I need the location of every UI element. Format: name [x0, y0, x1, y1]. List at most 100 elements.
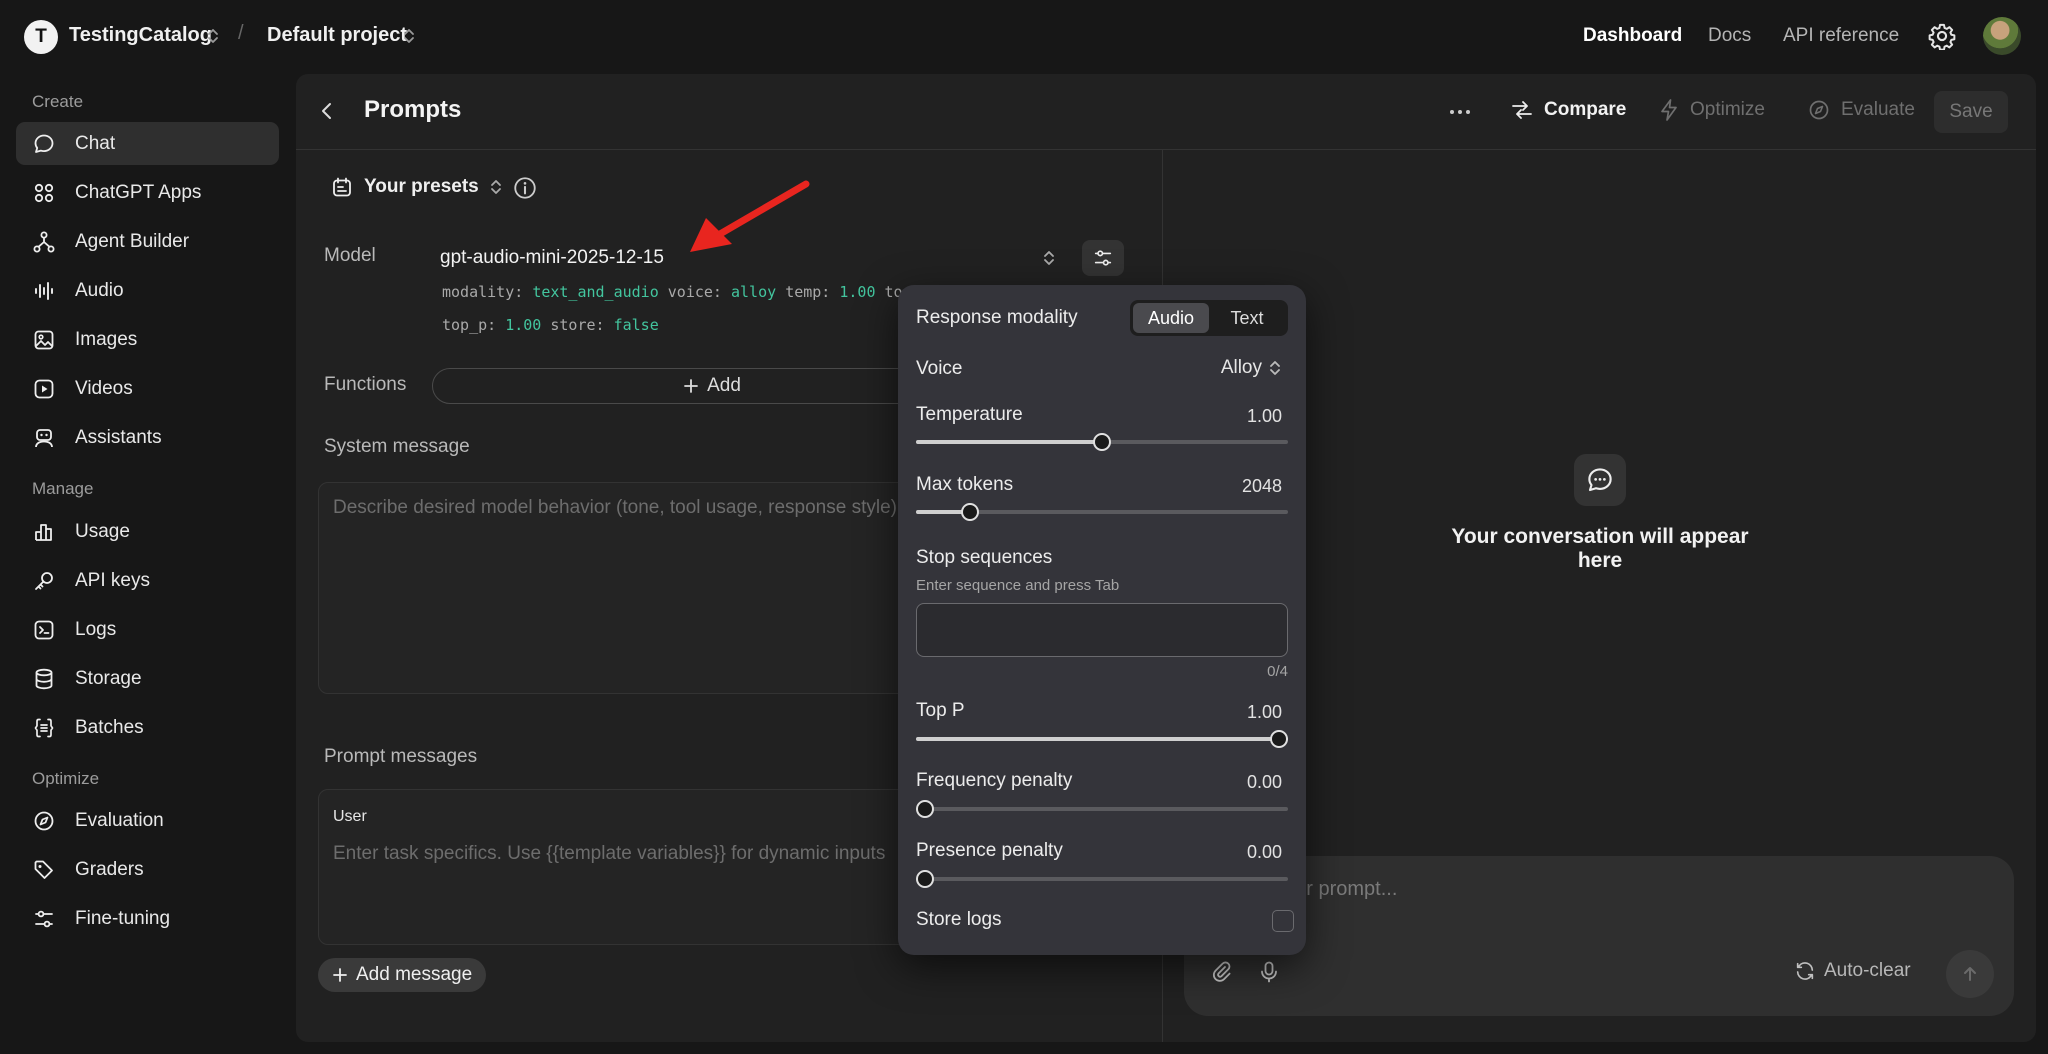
- sidebar-item-usage[interactable]: Usage: [16, 510, 279, 553]
- more-options-icon[interactable]: [1448, 102, 1472, 122]
- stop-sequences-hint: Enter sequence and press Tab: [916, 577, 1120, 594]
- arrow-up-icon: [1961, 965, 1979, 983]
- back-arrow-icon[interactable]: [316, 100, 338, 122]
- param-key: voice:: [667, 283, 722, 301]
- evaluate-button[interactable]: Evaluate: [1807, 98, 1915, 122]
- chevron-updown-icon[interactable]: [206, 26, 220, 46]
- param-key: modality:: [442, 283, 524, 301]
- modality-text-option[interactable]: Text: [1209, 303, 1285, 333]
- sidebar-item-images[interactable]: Images: [16, 318, 279, 361]
- param-key: store:: [550, 316, 605, 334]
- model-params-line-1: modality: text_and_audio voice: alloy te…: [442, 283, 903, 301]
- param-key: temp:: [785, 283, 831, 301]
- sidebar-item-audio[interactable]: Audio: [16, 269, 279, 312]
- sidebar-item-graders[interactable]: Graders: [16, 848, 279, 891]
- param-value: false: [613, 316, 659, 334]
- store-logs-checkbox[interactable]: [1272, 910, 1294, 932]
- message-role-label: User: [333, 808, 367, 825]
- org-switcher[interactable]: TestingCatalog: [69, 24, 212, 47]
- add-message-button[interactable]: Add message: [318, 958, 487, 992]
- slider-thumb[interactable]: [1270, 730, 1288, 748]
- save-button[interactable]: Save: [1934, 91, 2008, 133]
- chat-composer[interactable]: your prompt... Auto-clear: [1184, 856, 2014, 1016]
- sidebar-item-fine-tuning[interactable]: Fine-tuning: [16, 897, 279, 940]
- nav-api-reference[interactable]: API reference: [1783, 25, 1899, 47]
- user-message-input[interactable]: User Enter task specifics. Use {{templat…: [318, 789, 918, 945]
- system-message-input[interactable]: Describe desired model behavior (tone, t…: [318, 482, 918, 694]
- model-settings-button[interactable]: [1082, 240, 1124, 276]
- presence-penalty-slider[interactable]: [916, 870, 1288, 888]
- nav-docs[interactable]: Docs: [1708, 25, 1751, 47]
- slider-thumb[interactable]: [916, 870, 934, 888]
- project-switcher[interactable]: Default project: [267, 24, 407, 47]
- microphone-icon[interactable]: [1258, 960, 1280, 984]
- gear-icon[interactable]: [1928, 22, 1956, 50]
- lightning-icon: [1658, 98, 1680, 122]
- sidebar-item-chatgpt-apps[interactable]: ChatGPT Apps: [16, 171, 279, 214]
- top-p-slider[interactable]: [916, 730, 1288, 748]
- system-message-label: System message: [324, 436, 470, 457]
- sidebar-item-label: Logs: [75, 618, 117, 640]
- paperclip-icon[interactable]: [1210, 960, 1232, 984]
- store-logs-label: Store logs: [916, 909, 1002, 930]
- model-settings-popover: Response modality Audio Text Voice Alloy…: [898, 285, 1306, 955]
- slider-thumb[interactable]: [916, 800, 934, 818]
- max-tokens-slider[interactable]: [916, 503, 1288, 521]
- model-params-line-2: top_p: 1.00 store: false: [442, 316, 659, 334]
- sidebar-item-assistants[interactable]: Assistants: [16, 416, 279, 459]
- presets-dropdown[interactable]: Your presets: [330, 175, 513, 199]
- compare-button[interactable]: Compare: [1510, 98, 1626, 122]
- model-selector[interactable]: gpt-audio-mini-2025-12-15: [440, 247, 664, 269]
- compass-icon: [1807, 98, 1831, 122]
- stop-sequences-label: Stop sequences: [916, 547, 1053, 568]
- sidebar-item-evaluation[interactable]: Evaluation: [16, 799, 279, 842]
- add-message-label: Add message: [356, 964, 473, 985]
- stop-sequences-count: 0/4: [1267, 663, 1288, 680]
- temperature-slider[interactable]: [916, 433, 1288, 451]
- auto-clear-toggle[interactable]: Auto-clear: [1794, 960, 1911, 982]
- audio-wave-icon: [32, 279, 56, 303]
- sidebar-item-label: Chat: [75, 132, 116, 154]
- sidebar-item-api-keys[interactable]: API keys: [16, 559, 279, 602]
- sidebar-item-logs[interactable]: Logs: [16, 608, 279, 651]
- response-modality-label: Response modality: [916, 307, 1078, 328]
- sidebar-item-label: Storage: [75, 667, 142, 689]
- auto-clear-label: Auto-clear: [1824, 960, 1911, 981]
- sidebar-item-label: Videos: [75, 377, 133, 399]
- modality-audio-option[interactable]: Audio: [1133, 303, 1209, 333]
- param-value: text_and_audio: [532, 283, 659, 301]
- sidebar-item-storage[interactable]: Storage: [16, 657, 279, 700]
- sidebar-item-batches[interactable]: Batches: [16, 706, 279, 749]
- functions-label: Functions: [324, 374, 407, 395]
- voice-select[interactable]: Alloy: [1221, 357, 1282, 379]
- database-icon: [32, 667, 56, 691]
- nav-dashboard[interactable]: Dashboard: [1583, 25, 1682, 47]
- stop-sequences-input[interactable]: [916, 603, 1288, 657]
- frequency-penalty-slider[interactable]: [916, 800, 1288, 818]
- optimize-button[interactable]: Optimize: [1658, 98, 1765, 122]
- info-icon[interactable]: [512, 175, 538, 201]
- slider-thumb[interactable]: [960, 503, 979, 521]
- sidebar-section-create: Create: [32, 92, 84, 111]
- slider-thumb[interactable]: [1093, 433, 1111, 451]
- chevron-updown-icon[interactable]: [402, 26, 416, 46]
- sidebar-item-label: Evaluation: [75, 809, 164, 831]
- user-message-placeholder: Enter task specifics. Use {{template var…: [333, 843, 886, 864]
- chevron-updown-icon[interactable]: [1042, 248, 1056, 268]
- top-p-label: Top P: [916, 700, 965, 721]
- user-avatar[interactable]: [1983, 17, 2021, 55]
- frequency-penalty-value: 0.00: [1246, 772, 1282, 792]
- sidebar-item-chat[interactable]: Chat: [16, 122, 279, 165]
- send-button[interactable]: [1946, 950, 1994, 998]
- sidebar-item-label: Assistants: [75, 426, 162, 448]
- top-p-value: 1.00: [1246, 702, 1282, 722]
- bar-chart-icon: [32, 520, 56, 544]
- temperature-label: Temperature: [916, 404, 1023, 425]
- sidebar-item-agent-builder[interactable]: Agent Builder: [16, 220, 279, 263]
- tag-icon: [32, 858, 56, 882]
- sidebar-item-label: API keys: [75, 569, 150, 591]
- sidebar-item-videos[interactable]: Videos: [16, 367, 279, 410]
- temperature-value: 1.00: [1246, 406, 1282, 426]
- org-avatar[interactable]: T: [24, 20, 58, 54]
- param-value: alloy: [731, 283, 777, 301]
